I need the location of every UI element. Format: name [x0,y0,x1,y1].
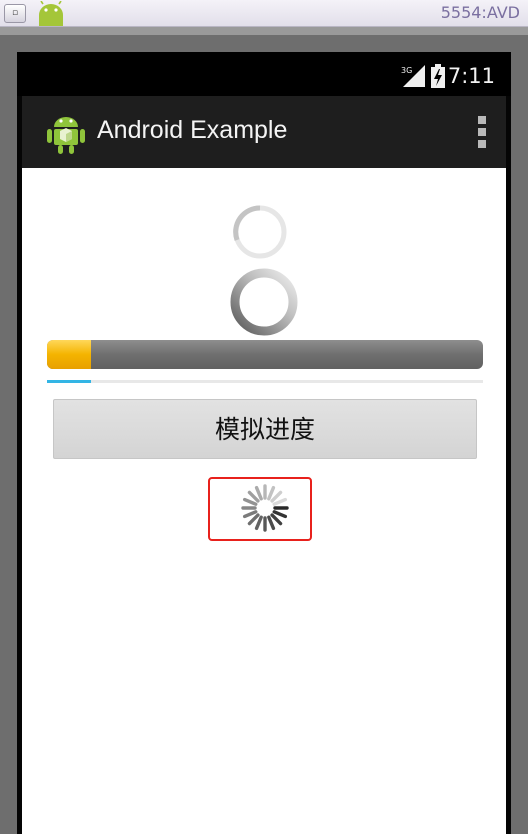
holo-progress-bar [47,380,483,383]
holo-progress-fill [47,380,91,383]
simulate-progress-button[interactable]: 模拟进度 [53,399,477,459]
horizontal-progress-bar [47,340,483,369]
device-screen: 3G 7:11 Android Example 模拟进度 [17,52,511,834]
battery-charging-icon [431,64,445,88]
action-bar: Android Example [22,96,506,168]
app-title: Android Example [97,116,288,144]
status-bar: 3G 7:11 [17,52,511,96]
network-type-label: 3G [401,66,412,75]
spinner-large-icon [230,268,298,336]
spinner-dots-icon [241,484,289,532]
status-clock: 7:11 [447,64,495,88]
window-title: 5554:AVD [440,3,520,22]
spinner-small-icon [233,205,287,259]
android-robot-icon [39,1,63,26]
app-launcher-icon[interactable] [46,109,86,155]
progress-bar-fill [47,340,91,369]
main-content: 模拟进度 [22,168,506,834]
window-toolbar-strip [0,27,528,35]
signal-icon: 3G [401,65,425,87]
overflow-menu-icon[interactable] [478,116,488,150]
emulator-window-bar: ▫ 5554:AVD [0,0,528,27]
window-menu-icon[interactable]: ▫ [4,4,26,23]
